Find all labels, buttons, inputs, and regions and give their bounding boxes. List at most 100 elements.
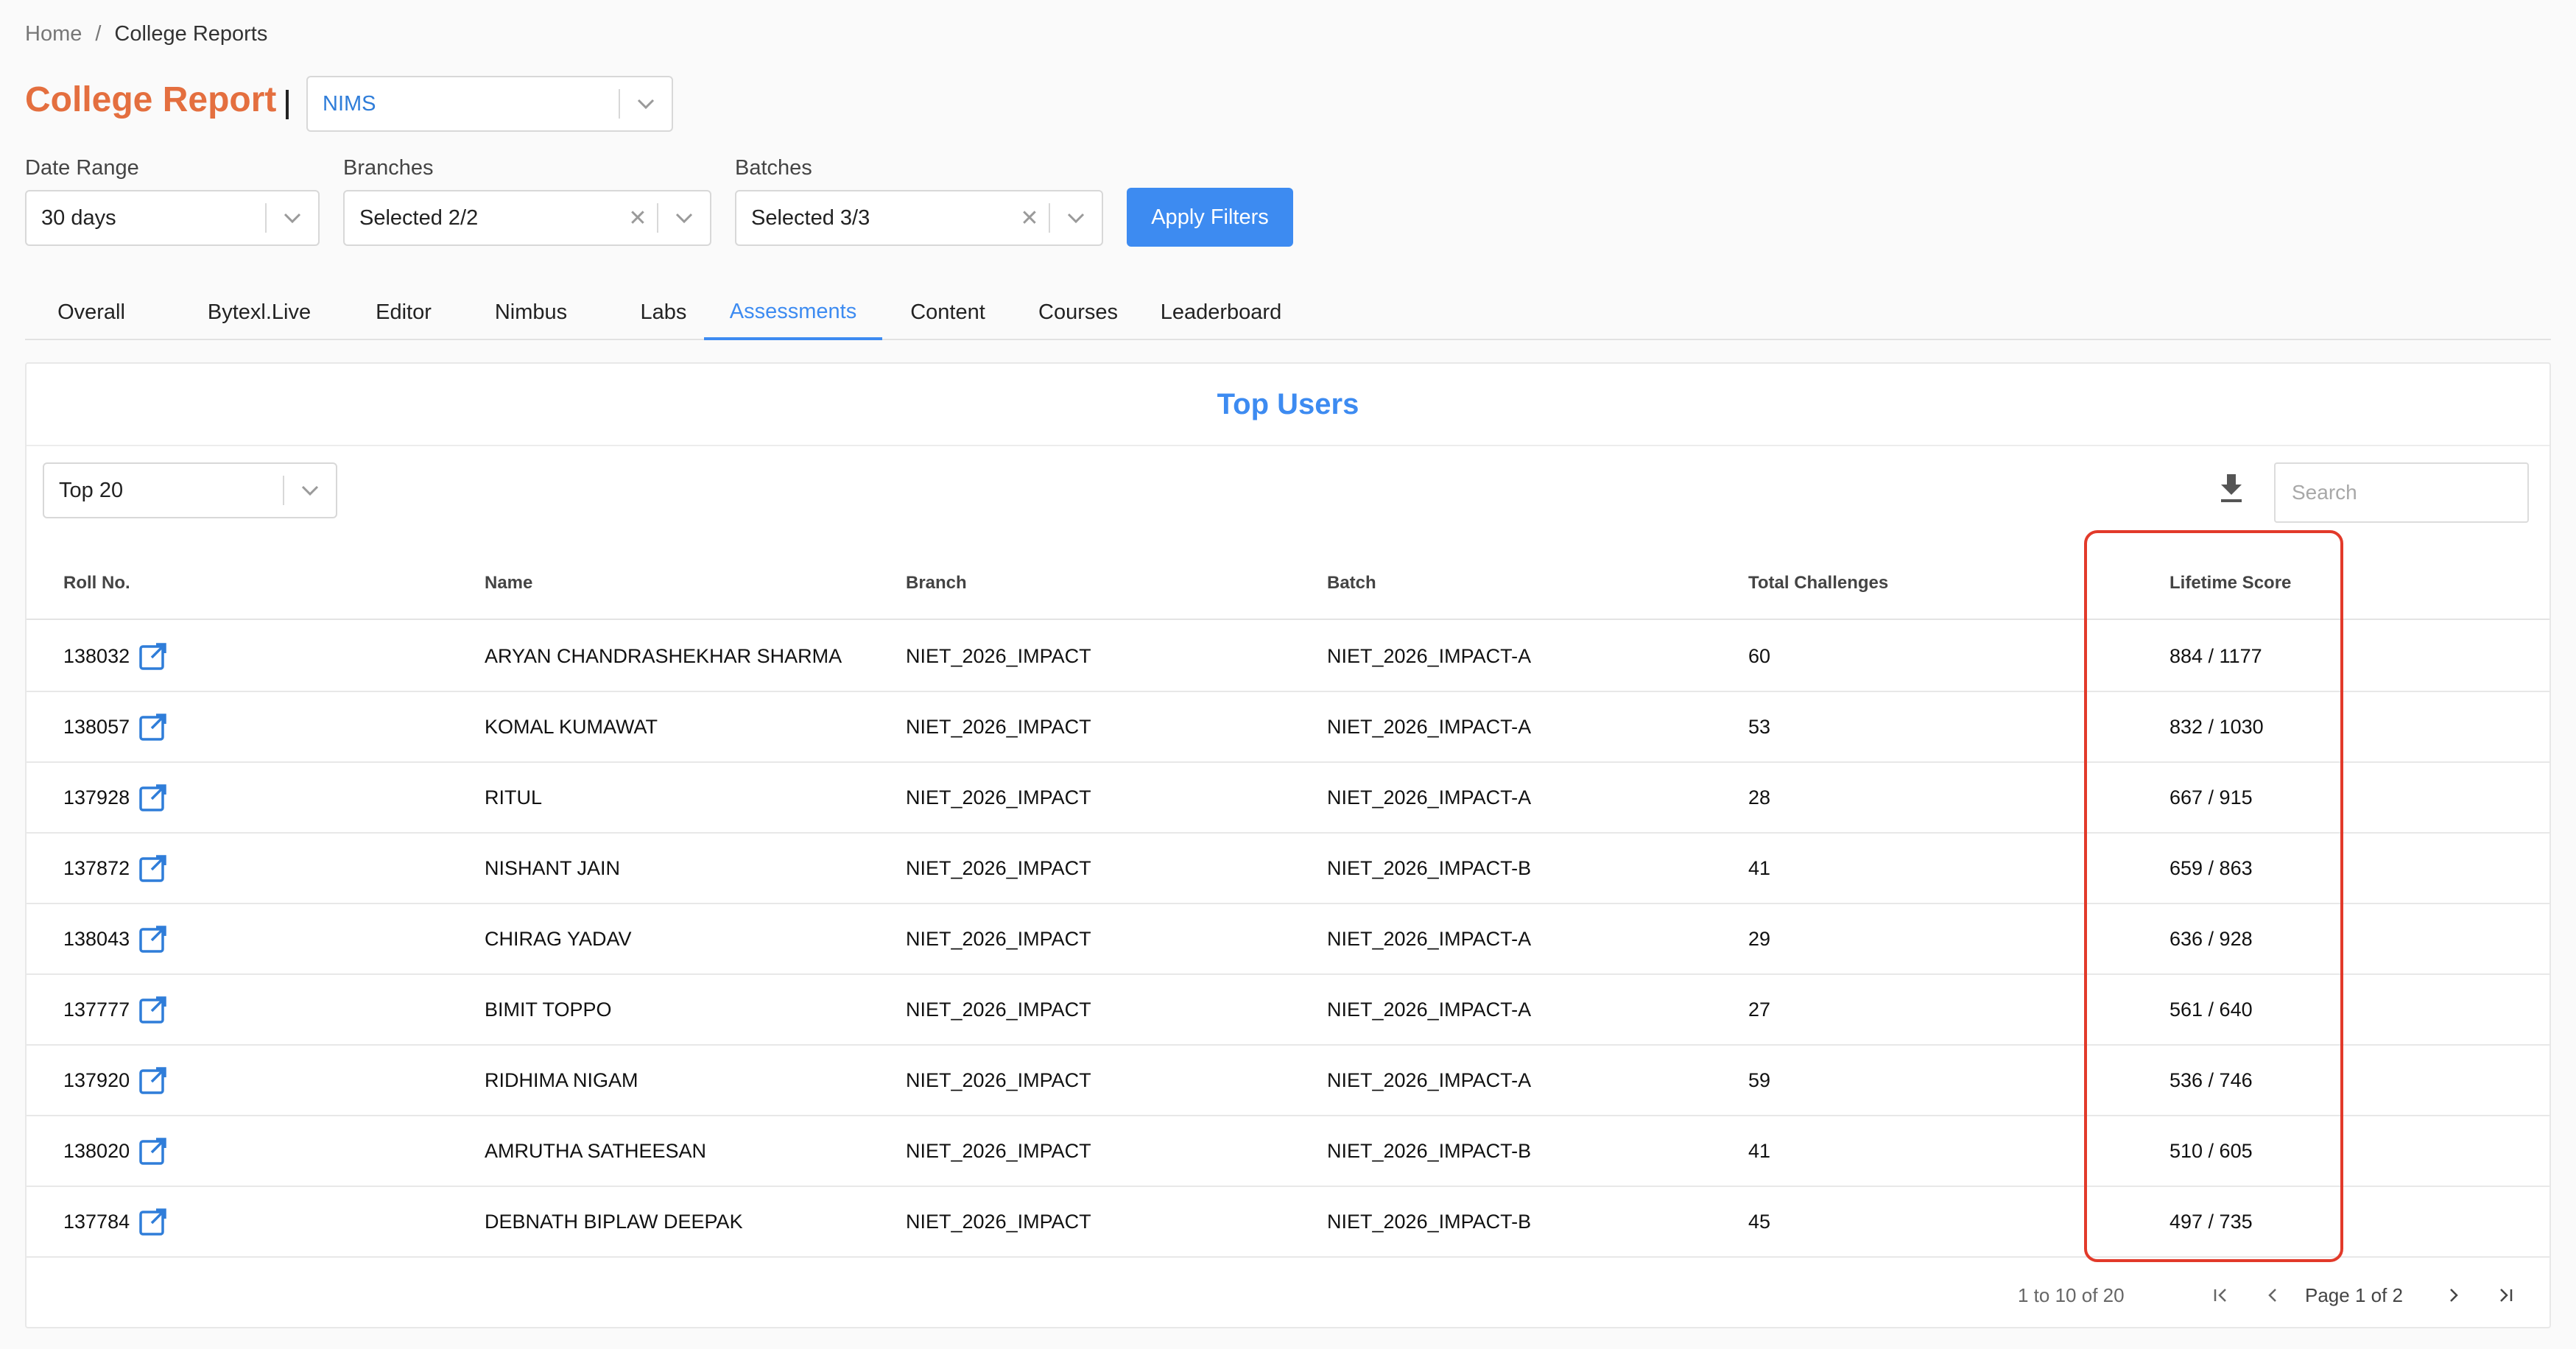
tab-assessments[interactable]: Assessments (704, 286, 882, 340)
roll-no: 138057 (63, 715, 130, 738)
clear-icon[interactable]: ✕ (619, 205, 657, 231)
chevron-down-icon[interactable] (658, 212, 710, 224)
open-external-icon[interactable] (138, 1136, 168, 1166)
branches-select[interactable]: Selected 2/2 ✕ (343, 190, 711, 246)
open-external-icon[interactable] (138, 783, 168, 812)
col-header-roll-no[interactable]: Roll No. (63, 548, 130, 619)
tab-courses[interactable]: Courses (1013, 286, 1143, 339)
name-cell: RITUL (485, 786, 543, 809)
name-cell: KOMAL KUMAWAT (485, 715, 658, 738)
batch-cell: NIET_2026_IMPACT-A (1327, 1068, 1532, 1091)
batch-cell: NIET_2026_IMPACT-B (1327, 1210, 1532, 1233)
branch-cell: NIET_2026_IMPACT (906, 856, 1091, 879)
chevron-down-icon[interactable] (1050, 212, 1102, 224)
name-cell: NISHANT JAIN (485, 856, 621, 879)
open-external-icon[interactable] (138, 995, 168, 1024)
pagination: 1 to 10 of 20 Page 1 of 2 (27, 1262, 2549, 1328)
next-page-icon[interactable] (2439, 1262, 2468, 1328)
last-page-icon[interactable] (2491, 1262, 2520, 1328)
open-external-icon[interactable] (138, 712, 168, 742)
total-challenges-cell: 28 (1748, 786, 1771, 809)
open-external-icon[interactable] (138, 924, 168, 954)
open-external-icon[interactable] (138, 1207, 168, 1236)
college-select[interactable]: NIMS (306, 76, 673, 132)
first-page-icon[interactable] (2206, 1262, 2236, 1328)
breadcrumb: Home / College Reports (25, 22, 267, 46)
branches-value: Selected 2/2 (359, 205, 479, 230)
total-challenges-cell: 53 (1748, 715, 1771, 738)
col-header-name[interactable]: Name (485, 548, 532, 619)
chevron-down-icon[interactable] (284, 485, 336, 496)
chevron-down-icon[interactable] (620, 98, 672, 110)
roll-no: 137777 (63, 998, 130, 1021)
batch-cell: NIET_2026_IMPACT-A (1327, 786, 1532, 809)
batch-cell: NIET_2026_IMPACT-B (1327, 856, 1532, 879)
batches-label: Batches (735, 156, 812, 180)
page-title: College Report (25, 80, 277, 119)
tab-content[interactable]: Content (882, 286, 1013, 339)
roll-no-cell: 137872 (63, 834, 168, 903)
chevron-down-icon[interactable] (267, 212, 318, 224)
branch-cell: NIET_2026_IMPACT (906, 715, 1091, 738)
roll-no-cell: 138057 (63, 692, 168, 761)
card-title: Top Users (27, 364, 2549, 446)
open-external-icon[interactable] (138, 1066, 168, 1095)
total-challenges-cell: 59 (1748, 1068, 1771, 1091)
col-header-total-challenges[interactable]: Total Challenges (1748, 548, 1888, 619)
roll-no: 137928 (63, 786, 130, 809)
breadcrumb-separator: / (95, 22, 102, 46)
roll-no: 138032 (63, 644, 130, 667)
branch-cell: NIET_2026_IMPACT (906, 998, 1091, 1021)
name-cell: CHIRAG YADAV (485, 927, 632, 950)
open-external-icon[interactable] (138, 853, 168, 883)
batches-select[interactable]: Selected 3/3 ✕ (735, 190, 1103, 246)
lifetime-score-highlight (2084, 530, 2343, 1262)
breadcrumb-home-link[interactable]: Home (25, 22, 82, 46)
tab-leaderboard[interactable]: Leaderboard (1143, 286, 1299, 339)
branch-cell: NIET_2026_IMPACT (906, 1210, 1091, 1233)
date-range-label: Date Range (25, 156, 139, 180)
apply-filters-button[interactable]: Apply Filters (1127, 188, 1293, 247)
tab-bytexl-live[interactable]: Bytexl.Live (163, 286, 355, 339)
tab-overall[interactable]: Overall (25, 286, 158, 339)
title-divider (286, 90, 289, 119)
batch-cell: NIET_2026_IMPACT-A (1327, 927, 1532, 950)
branch-cell: NIET_2026_IMPACT (906, 786, 1091, 809)
date-range-value: 30 days (41, 205, 116, 230)
total-challenges-cell: 45 (1748, 1210, 1771, 1233)
branches-label: Branches (343, 156, 434, 180)
batches-value: Selected 3/3 (751, 205, 870, 230)
roll-no-cell: 137784 (63, 1187, 168, 1256)
date-range-select[interactable]: 30 days (25, 190, 320, 246)
tab-nimbus[interactable]: Nimbus (461, 286, 601, 339)
roll-no: 138020 (63, 1139, 130, 1162)
name-cell: BIMIT TOPPO (485, 998, 612, 1021)
search-input[interactable] (2274, 462, 2529, 523)
batch-cell: NIET_2026_IMPACT-B (1327, 1139, 1532, 1162)
open-external-icon[interactable] (138, 641, 168, 671)
branch-cell: NIET_2026_IMPACT (906, 1139, 1091, 1162)
download-icon[interactable] (2217, 473, 2246, 505)
roll-no-cell: 138020 (63, 1116, 168, 1186)
roll-no-cell: 138032 (63, 621, 168, 691)
roll-no: 137784 (63, 1210, 130, 1233)
total-challenges-cell: 29 (1748, 927, 1771, 950)
prev-page-icon[interactable] (2258, 1262, 2287, 1328)
roll-no: 137872 (63, 856, 130, 879)
col-header-branch[interactable]: Branch (906, 548, 967, 619)
page-indicator: Page 1 of 2 (2305, 1283, 2403, 1306)
total-challenges-cell: 60 (1748, 644, 1771, 667)
tab-editor[interactable]: Editor (337, 286, 470, 339)
name-cell: ARYAN CHANDRASHEKHAR SHARMA (485, 644, 842, 667)
roll-no: 138043 (63, 927, 130, 950)
col-header-batch[interactable]: Batch (1327, 548, 1376, 619)
branch-cell: NIET_2026_IMPACT (906, 1068, 1091, 1091)
pagination-range: 1 to 10 of 20 (2018, 1283, 2125, 1306)
clear-icon[interactable]: ✕ (1010, 205, 1049, 231)
name-cell: RIDHIMA NIGAM (485, 1068, 638, 1091)
top-count-select[interactable]: Top 20 (43, 462, 337, 518)
branch-cell: NIET_2026_IMPACT (906, 644, 1091, 667)
batch-cell: NIET_2026_IMPACT-A (1327, 998, 1532, 1021)
total-challenges-cell: 41 (1748, 856, 1771, 879)
report-tabs: Overall Bytexl.Live Editor Nimbus Labs A… (25, 286, 2551, 340)
